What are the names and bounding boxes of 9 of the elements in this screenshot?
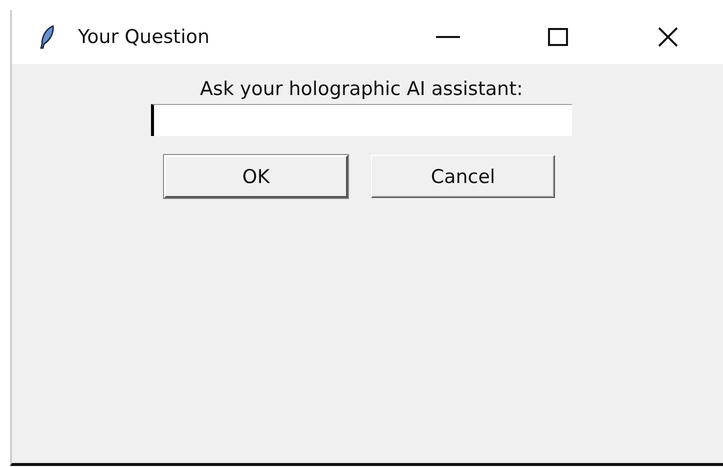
maximize-icon xyxy=(548,28,568,46)
minimize-icon xyxy=(436,36,460,38)
window-title: Your Question xyxy=(78,26,210,48)
ok-button[interactable]: OK xyxy=(164,155,348,198)
question-input[interactable] xyxy=(151,104,572,136)
feather-icon xyxy=(38,24,56,50)
prompt-label: Ask your holographic AI assistant: xyxy=(200,78,523,100)
close-icon xyxy=(657,26,679,48)
cancel-button[interactable]: Cancel xyxy=(371,155,555,198)
